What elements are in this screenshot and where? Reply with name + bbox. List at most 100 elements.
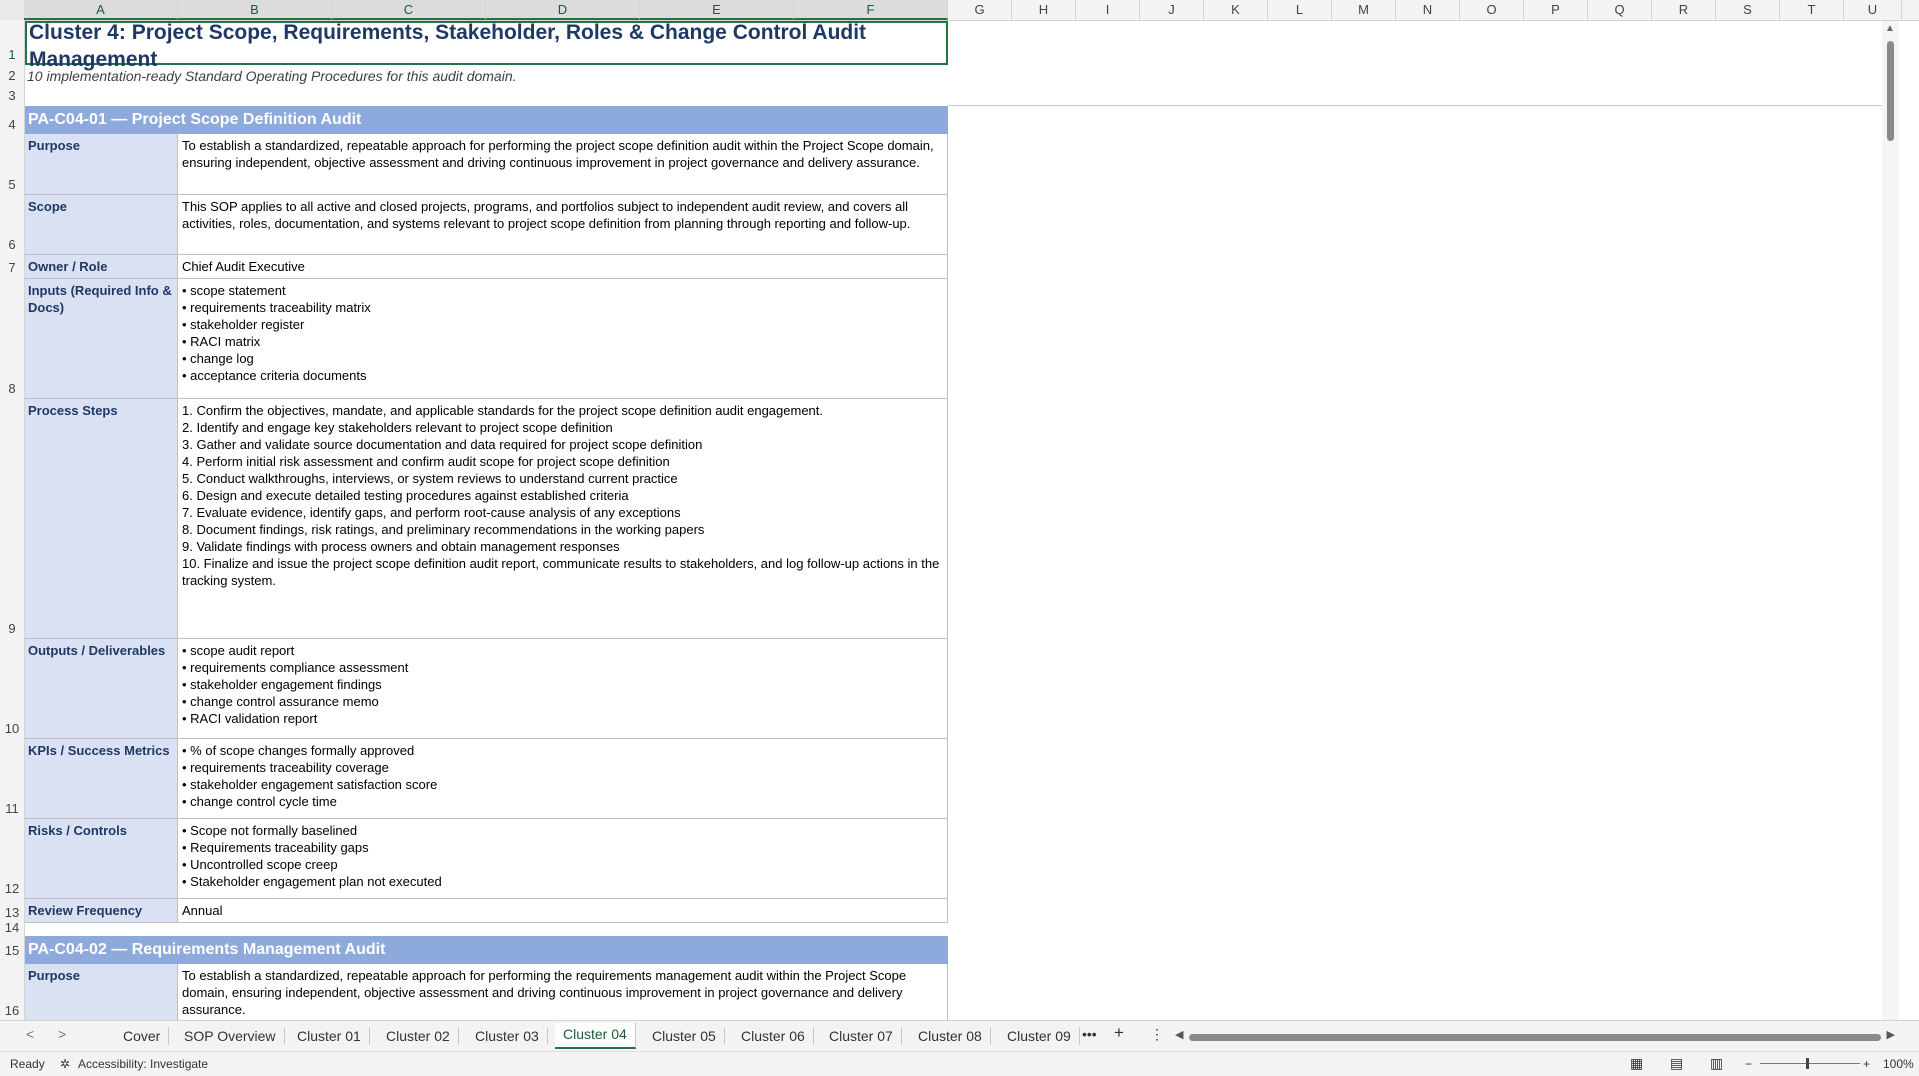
column-header-i[interactable]: I (1076, 0, 1140, 20)
tab-sop-overview[interactable]: SOP Overview (176, 1027, 285, 1045)
field-value[interactable]: Annual (179, 899, 948, 922)
page-layout-view-icon[interactable]: ▤ (1670, 1055, 1683, 1072)
select-all-corner[interactable] (0, 0, 25, 20)
column-header-k[interactable]: K (1204, 0, 1268, 20)
tab-next-icon[interactable]: > (58, 1026, 66, 1042)
sheet-subtitle: 10 implementation-ready Standard Operati… (27, 68, 517, 84)
column-header-bar: A B C D E F G H I J K L M N O P Q R S T … (0, 0, 1919, 21)
list-item: 10. Finalize and issue the project scope… (182, 556, 940, 588)
list-item: 7. Evaluate evidence, identify gaps, and… (182, 505, 681, 520)
tab-cluster-08[interactable]: Cluster 08 (910, 1027, 991, 1045)
row-header-12[interactable]: 12 (0, 881, 24, 896)
field-value[interactable]: To establish a standardized, repeatable … (179, 134, 948, 194)
list-item: • Scope not formally baselined (182, 823, 358, 838)
tab-cluster-04[interactable]: Cluster 04 (555, 1023, 636, 1049)
normal-view-icon[interactable]: ▦ (1630, 1055, 1643, 1072)
field-value[interactable]: This SOP applies to all active and close… (179, 195, 948, 254)
row-header-9[interactable]: 9 (0, 621, 24, 636)
scroll-left-icon[interactable]: ◀ (1175, 1028, 1183, 1041)
column-header-l[interactable]: L (1268, 0, 1332, 20)
page-break-view-icon[interactable]: ▥ (1710, 1055, 1723, 1072)
zoom-slider[interactable] (1760, 1063, 1860, 1064)
list-item: • requirements traceability coverage (182, 760, 389, 775)
field-value[interactable]: • scope audit report • requirements comp… (179, 639, 948, 738)
column-header-d[interactable]: D (486, 0, 640, 20)
list-item: • change control assurance memo (182, 694, 379, 709)
row-header-10[interactable]: 10 (0, 721, 24, 736)
sop-row-kpis: KPIs / Success Metrics • % of scope chan… (25, 739, 948, 819)
column-header-r[interactable]: R (1652, 0, 1716, 20)
zoom-slider-thumb[interactable] (1806, 1058, 1809, 1069)
sheet-grid[interactable]: Cluster 4: Project Scope, Requirements, … (25, 21, 1899, 1020)
column-header-c[interactable]: C (332, 0, 486, 20)
row-header-11[interactable]: 11 (0, 801, 24, 816)
column-header-p[interactable]: P (1524, 0, 1588, 20)
vertical-scrollbar[interactable]: ▲ ▼ (1882, 21, 1899, 1020)
row-header-14[interactable]: 14 (0, 920, 24, 935)
list-item: • requirements traceability matrix (182, 300, 371, 315)
accessibility-status[interactable]: Accessibility: Investigate (78, 1057, 208, 1071)
row-header-5[interactable]: 5 (0, 177, 24, 192)
add-sheet-icon[interactable]: + (1114, 1023, 1124, 1043)
column-header-h[interactable]: H (1012, 0, 1076, 20)
tab-options-icon[interactable]: ⋮ (1150, 1026, 1164, 1043)
row-header-2[interactable]: 2 (0, 68, 24, 83)
more-tabs-icon[interactable]: ••• (1082, 1026, 1097, 1042)
list-item: • change log (182, 351, 254, 366)
zoom-level[interactable]: 100% (1883, 1057, 1914, 1071)
row-header-8[interactable]: 8 (0, 381, 24, 396)
zoom-out-icon[interactable]: − (1745, 1057, 1752, 1071)
tab-cluster-07[interactable]: Cluster 07 (821, 1027, 902, 1045)
column-header-o[interactable]: O (1460, 0, 1524, 20)
row-header-1[interactable]: 1 (0, 47, 24, 62)
column-header-n[interactable]: N (1396, 0, 1460, 20)
row-header-6[interactable]: 6 (0, 237, 24, 252)
column-header-u[interactable]: U (1844, 0, 1902, 20)
row-header-16[interactable]: 16 (0, 1003, 24, 1018)
tab-cover[interactable]: Cover (115, 1027, 170, 1045)
row-header-13[interactable]: 13 (0, 905, 24, 920)
column-header-g[interactable]: G (948, 0, 1012, 20)
scroll-thumb[interactable] (1887, 41, 1894, 141)
list-item: • change control cycle time (182, 794, 337, 809)
field-value[interactable]: Chief Audit Executive (179, 255, 948, 278)
list-item: 9. Validate findings with process owners… (182, 539, 620, 554)
column-header-b[interactable]: B (178, 0, 332, 20)
scroll-up-icon[interactable]: ▲ (1885, 23, 1895, 34)
column-header-m[interactable]: M (1332, 0, 1396, 20)
column-header-j[interactable]: J (1140, 0, 1204, 20)
field-value[interactable]: • % of scope changes formally approved •… (179, 739, 948, 818)
sop-row-purpose: Purpose To establish a standardized, rep… (25, 134, 948, 195)
field-value[interactable]: 1. Confirm the objectives, mandate, and … (179, 399, 948, 638)
field-value[interactable]: • scope statement • requirements traceab… (179, 279, 948, 398)
row-header-4[interactable]: 4 (0, 117, 24, 132)
row-header-3[interactable]: 3 (0, 88, 24, 103)
field-value[interactable]: To establish a standardized, repeatable … (179, 964, 948, 1020)
field-value[interactable]: • Scope not formally baselined • Require… (179, 819, 948, 898)
row-header-15[interactable]: 15 (0, 943, 24, 958)
row-header-7[interactable]: 7 (0, 260, 24, 275)
column-header-t[interactable]: T (1780, 0, 1844, 20)
tab-prev-icon[interactable]: < (26, 1026, 34, 1042)
tab-cluster-06[interactable]: Cluster 06 (733, 1027, 814, 1045)
sop-row-scope: Scope This SOP applies to all active and… (25, 195, 948, 255)
tab-cluster-05[interactable]: Cluster 05 (644, 1027, 725, 1045)
selected-cell-a1[interactable]: Cluster 4: Project Scope, Requirements, … (25, 21, 948, 71)
column-header-e[interactable]: E (640, 0, 794, 20)
row-header-bar: 1 2 3 4 5 6 7 8 9 10 11 12 13 14 15 16 (0, 20, 25, 1020)
tab-cluster-03[interactable]: Cluster 03 (467, 1027, 548, 1045)
column-header-a[interactable]: A (24, 0, 178, 20)
horizontal-scrollbar[interactable]: ◀ ▶ (1175, 1028, 1895, 1043)
tab-cluster-09[interactable]: Cluster 09 (999, 1027, 1080, 1045)
tab-cluster-01[interactable]: Cluster 01 (289, 1027, 370, 1045)
column-header-q[interactable]: Q (1588, 0, 1652, 20)
sop-row-purpose: Purpose To establish a standardized, rep… (25, 964, 948, 1020)
zoom-in-icon[interactable]: + (1863, 1057, 1870, 1071)
scroll-right-icon[interactable]: ▶ (1887, 1028, 1895, 1041)
scroll-thumb[interactable] (1189, 1034, 1881, 1041)
column-header-f[interactable]: F (794, 0, 948, 20)
sheet-tab-bar: < > Cover SOP Overview Cluster 01 Cluste… (0, 1020, 1919, 1051)
tab-cluster-02[interactable]: Cluster 02 (378, 1027, 459, 1045)
column-header-s[interactable]: S (1716, 0, 1780, 20)
accessibility-icon[interactable]: ✲ (60, 1057, 70, 1071)
